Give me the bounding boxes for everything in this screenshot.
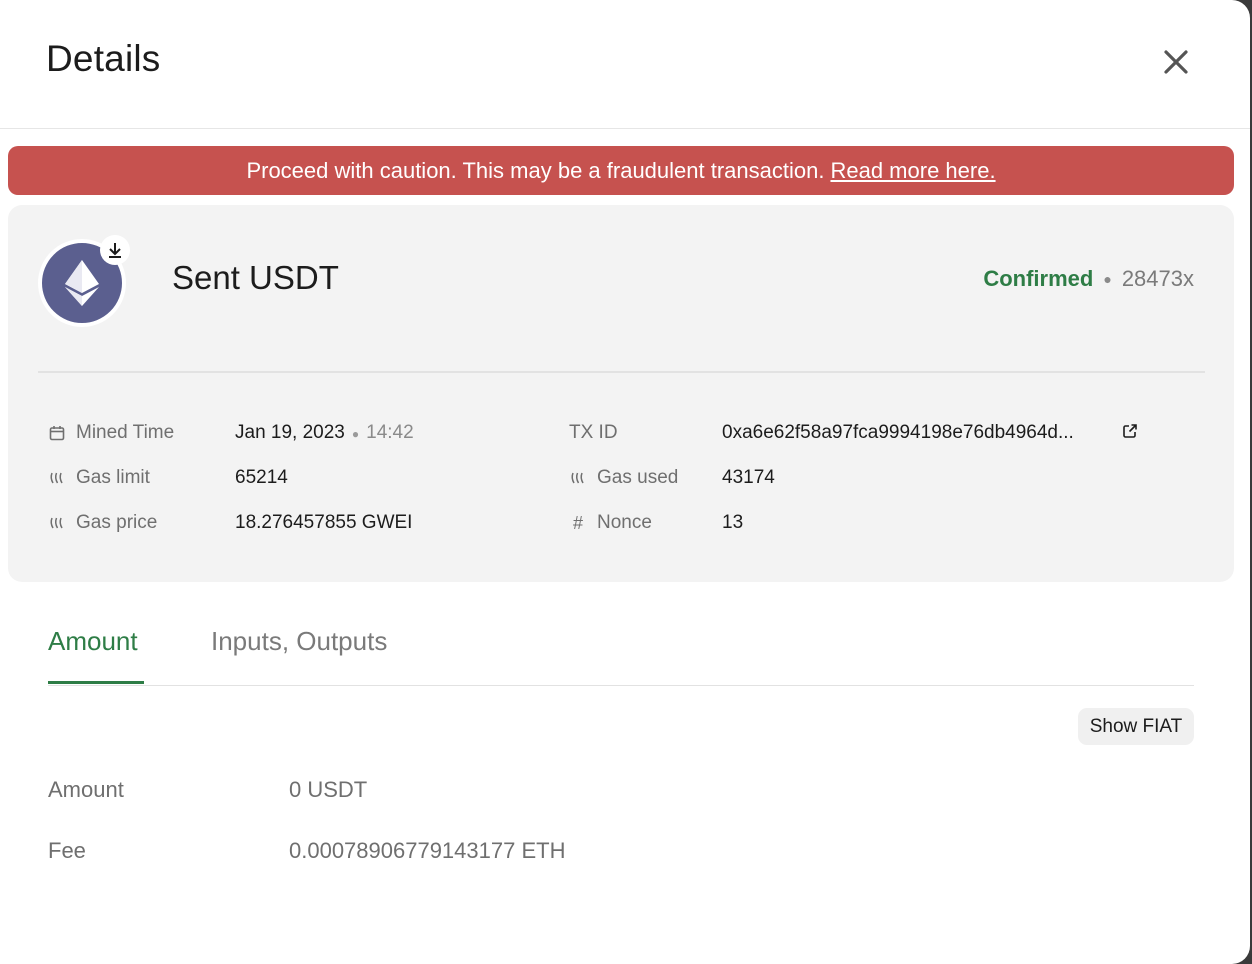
gas-price-row: Gas price 18.276457855 GWEI xyxy=(48,508,548,538)
external-link-button[interactable] xyxy=(1122,423,1138,445)
modal-header: Details xyxy=(0,0,1250,129)
nonce-label: Nonce xyxy=(597,512,652,533)
nonce-row: # Nonce 13 xyxy=(569,508,1189,538)
gas-limit-row: Gas limit 65214 xyxy=(48,463,548,493)
gas-limit-label: Gas limit xyxy=(76,467,150,488)
gas-price-label: Gas price xyxy=(76,512,158,533)
gas-used-row: Gas used 43174 xyxy=(569,463,1189,493)
tab-amount[interactable]: Amount xyxy=(48,626,138,657)
mined-time-label-group: Mined Time xyxy=(48,422,174,444)
mined-time-row: Mined Time Jan 19, 2023 ● 14:42 xyxy=(48,418,548,448)
tab-inputs-outputs[interactable]: Inputs, Outputs xyxy=(211,626,387,657)
gas-limit-label-group: Gas limit xyxy=(48,467,150,489)
txid-label: TX ID xyxy=(569,422,618,443)
active-tab-indicator xyxy=(48,681,144,684)
gas-icon xyxy=(48,469,66,487)
gas-used-label: Gas used xyxy=(597,467,679,488)
close-icon xyxy=(1164,50,1188,74)
hash-icon: # xyxy=(572,512,583,533)
card-divider xyxy=(38,371,1205,373)
fee-value: 0.00078906779143177 ETH xyxy=(289,838,566,863)
read-more-link[interactable]: Read more here. xyxy=(830,158,995,184)
ethereum-icon xyxy=(65,260,99,306)
nonce-value: 13 xyxy=(722,512,744,533)
mined-date: Jan 19, 2023 xyxy=(235,422,345,443)
confirmations-count: 28473x xyxy=(1121,266,1194,291)
tab-bar: Amount Inputs, Outputs xyxy=(48,610,1194,686)
calendar-icon xyxy=(48,424,66,442)
fraud-warning-banner: Proceed with caution. This may be a frau… xyxy=(8,146,1234,195)
external-link-icon xyxy=(1123,424,1137,438)
gas-used-label-group: Gas used xyxy=(569,467,678,489)
download-icon xyxy=(109,243,121,258)
direction-badge xyxy=(100,235,130,265)
amount-value: 0 USDT xyxy=(289,777,368,802)
close-button[interactable] xyxy=(1158,44,1194,80)
gas-icon xyxy=(48,514,66,532)
gas-price-value: 18.276457855 GWEI xyxy=(235,512,413,533)
txid-row: TX ID 0xa6e62f58a97fca9994198e76db4964d.… xyxy=(569,418,1189,448)
fee-label: Fee xyxy=(48,838,86,863)
gas-icon xyxy=(569,469,587,487)
show-fiat-button[interactable]: Show FIAT xyxy=(1078,708,1194,745)
status-badge: Confirmed xyxy=(983,266,1094,291)
txid-value[interactable]: 0xa6e62f58a97fca9994198e76db4964d... xyxy=(722,422,1074,444)
gas-used-value: 43174 xyxy=(722,467,775,488)
transaction-title: Sent USDT xyxy=(172,259,339,296)
amount-label: Amount xyxy=(48,777,124,802)
details-modal: Details Proceed with caution. This may b… xyxy=(0,0,1250,964)
gas-limit-value: 65214 xyxy=(235,467,288,488)
modal-title: Details xyxy=(46,38,161,79)
mined-time-value: Jan 19, 2023 ● 14:42 xyxy=(235,422,414,444)
status-group: Confirmed ● 28473x xyxy=(983,266,1194,292)
gas-price-label-group: Gas price xyxy=(48,512,157,534)
nonce-label-group: # Nonce xyxy=(569,512,652,534)
separator-dot: ● xyxy=(1103,271,1112,287)
transaction-card: Sent USDT Confirmed ● 28473x Mined Time … xyxy=(8,205,1234,582)
separator-dot: ● xyxy=(351,427,360,441)
warning-text: Proceed with caution. This may be a frau… xyxy=(246,157,825,183)
mined-clock: 14:42 xyxy=(366,422,414,443)
mined-time-label: Mined Time xyxy=(76,422,175,443)
